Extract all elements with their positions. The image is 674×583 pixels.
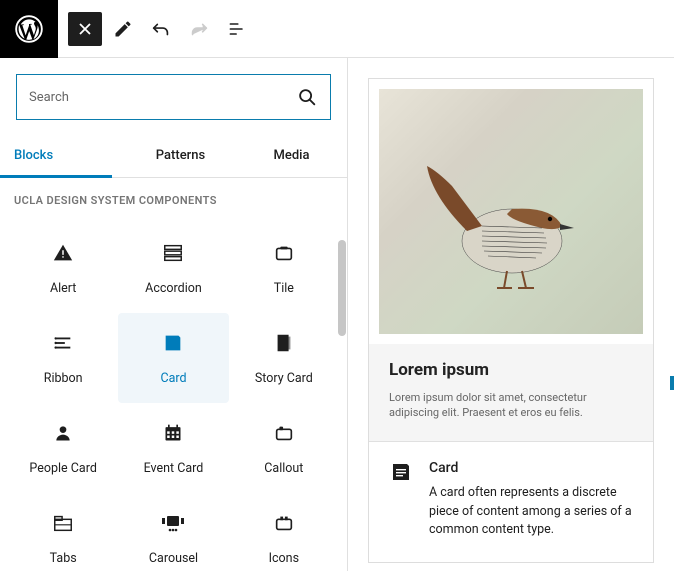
accordion-icon <box>162 242 184 264</box>
edit-tool-button[interactable] <box>106 12 140 46</box>
block-card[interactable]: Card <box>118 313 228 403</box>
preview-description: Card A card often represents a discrete … <box>369 442 653 562</box>
close-button[interactable] <box>68 12 102 46</box>
alert-icon <box>52 242 74 264</box>
block-callout[interactable]: Callout <box>229 403 339 493</box>
preview-header: Lorem ipsum Lorem ipsum dolor sit amet, … <box>369 344 653 442</box>
wordpress-logo[interactable] <box>0 0 58 58</box>
document-outline-button[interactable] <box>220 12 254 46</box>
block-story-card[interactable]: Story Card <box>229 313 339 403</box>
block-label: People Card <box>29 461 96 476</box>
calendar-icon <box>163 423 183 443</box>
block-label: Icons <box>269 551 299 566</box>
tabs-icon <box>52 512 74 534</box>
preview-subtitle: Lorem ipsum dolor sit amet, consectetur … <box>389 390 633 421</box>
top-toolbar <box>0 0 674 58</box>
block-label: Alert <box>50 281 76 296</box>
block-carousel[interactable]: Carousel <box>118 493 228 583</box>
search-input[interactable] <box>29 90 296 105</box>
preview-block-desc: A card often represents a discrete piece… <box>429 484 633 540</box>
redo-icon <box>188 18 210 40</box>
people-icon <box>53 423 73 443</box>
tab-media[interactable]: Media <box>236 136 347 177</box>
block-label: Ribbon <box>44 371 83 386</box>
card-icon <box>162 332 184 354</box>
search-icon <box>296 86 318 108</box>
block-grid: Alert Accordion Tile Ribbon Card Story C <box>0 223 347 583</box>
story-card-icon <box>273 332 295 354</box>
block-label: Callout <box>264 461 303 476</box>
pencil-icon <box>113 19 133 39</box>
block-label: Tile <box>274 281 294 296</box>
preview-card: Lorem ipsum Lorem ipsum dolor sit amet, … <box>368 78 654 563</box>
tile-icon <box>273 242 295 264</box>
selection-indicator <box>670 376 674 390</box>
ribbon-icon <box>52 332 74 354</box>
block-people-card[interactable]: People Card <box>8 403 118 493</box>
block-accordion[interactable]: Accordion <box>118 223 228 313</box>
block-label: Accordion <box>145 281 202 296</box>
tab-blocks[interactable]: Blocks <box>0 136 125 177</box>
tab-patterns[interactable]: Patterns <box>125 136 236 177</box>
block-label: Event Card <box>144 461 204 476</box>
preview-image <box>379 89 643 334</box>
block-label: Card <box>160 371 186 386</box>
close-icon <box>78 22 92 36</box>
undo-button[interactable] <box>144 12 178 46</box>
block-event-card[interactable]: Event Card <box>118 403 228 493</box>
block-ribbon[interactable]: Ribbon <box>8 313 118 403</box>
icons-icon <box>273 512 295 534</box>
block-label: Tabs <box>50 551 77 566</box>
card-icon <box>389 460 413 484</box>
block-inserter-panel: Blocks Patterns Media UCLA DESIGN SYSTEM… <box>0 58 348 571</box>
scrollbar-thumb[interactable] <box>338 240 346 336</box>
inserter-tabs: Blocks Patterns Media <box>0 136 347 178</box>
bird-illustration <box>412 156 592 296</box>
preview-title: Lorem ipsum <box>389 360 633 380</box>
block-alert[interactable]: Alert <box>8 223 118 313</box>
search-box[interactable] <box>16 74 331 120</box>
outline-icon <box>227 19 247 39</box>
block-icons[interactable]: Icons <box>229 493 339 583</box>
block-tabs[interactable]: Tabs <box>8 493 118 583</box>
block-label: Story Card <box>255 371 313 386</box>
preview-block-name: Card <box>429 460 633 476</box>
callout-icon <box>273 422 295 444</box>
block-preview-panel: Lorem ipsum Lorem ipsum dolor sit amet, … <box>348 58 674 571</box>
redo-button <box>182 12 216 46</box>
carousel-icon <box>161 514 185 532</box>
section-title: UCLA DESIGN SYSTEM COMPONENTS <box>0 178 347 223</box>
wordpress-icon <box>15 15 43 43</box>
block-tile[interactable]: Tile <box>229 223 339 313</box>
undo-icon <box>150 18 172 40</box>
block-label: Carousel <box>149 551 198 566</box>
